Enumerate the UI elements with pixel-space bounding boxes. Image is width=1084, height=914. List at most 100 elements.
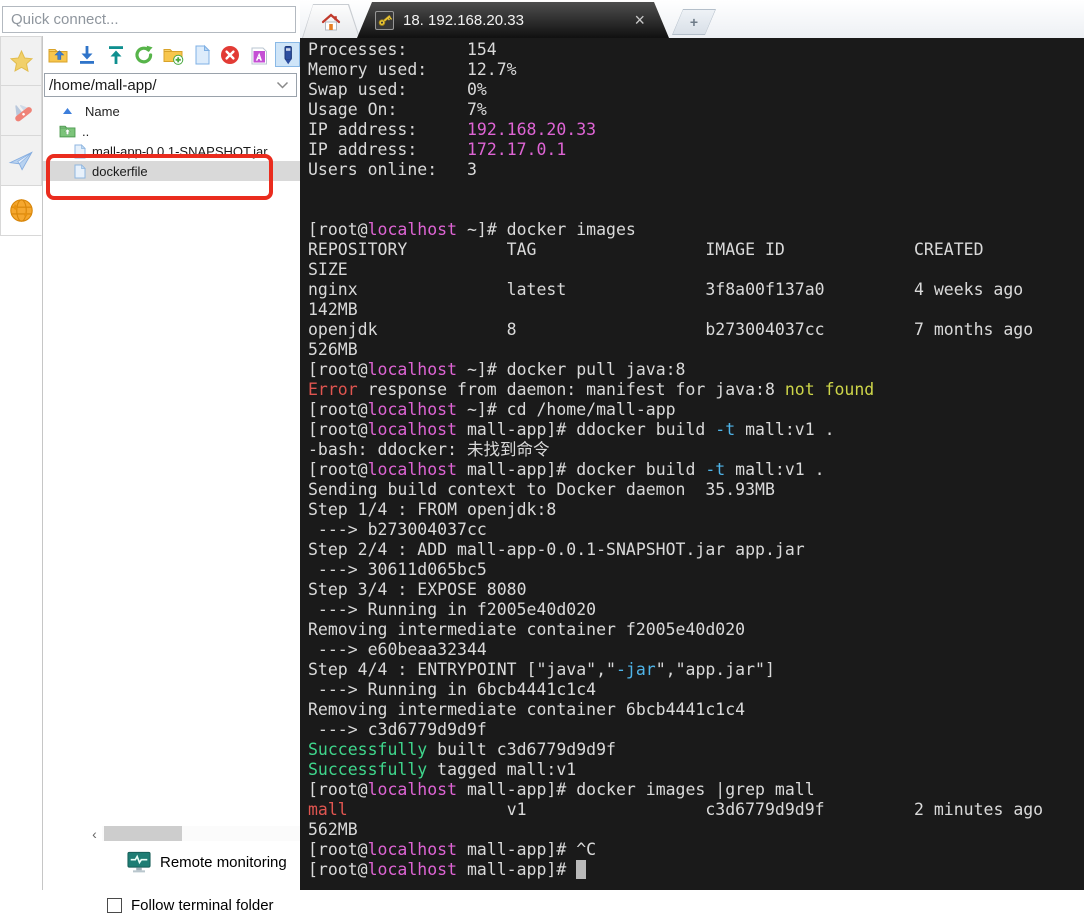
sidebar-tab-sessions[interactable] bbox=[0, 36, 42, 86]
sftp-file-panel: /home/mall-app/ Name .. mall-app-0.0.1-SN… bbox=[42, 36, 340, 914]
terminal-line: openjdk 8 b273004037cc 7 months ago bbox=[308, 320, 1034, 339]
path-value: /home/mall-app/ bbox=[49, 76, 157, 94]
terminal-line: [root@localhost mall-app]# ddocker build… bbox=[308, 420, 835, 439]
terminal-line: [root@localhost mall-app]# ^C bbox=[308, 840, 597, 859]
sidebar: /home/mall-app/ Name ..mall-app-0.0.1-SN… bbox=[0, 0, 340, 914]
terminal-line: Processes: 154 bbox=[308, 40, 497, 59]
terminal-line: ---> e60beaa32344 bbox=[308, 640, 487, 659]
terminal-line: IP address: 192.168.20.33 bbox=[308, 120, 597, 139]
swiss-knife-icon bbox=[8, 98, 34, 124]
file-list-header[interactable]: Name bbox=[43, 101, 300, 121]
edit-button[interactable] bbox=[275, 42, 301, 67]
terminal-line: [root@localhost ~]# cd /home/mall-app bbox=[308, 400, 676, 419]
terminal-line: 562MB bbox=[308, 820, 358, 839]
terminal-line: Sending build context to Docker daemon 3… bbox=[308, 480, 775, 499]
parent-directory-icon bbox=[47, 44, 69, 66]
session-tab-label: 18. 192.168.20.33 bbox=[403, 11, 524, 29]
terminal-line: 142MB bbox=[308, 300, 358, 319]
terminal-line: Usage On: 7% bbox=[308, 100, 487, 119]
rename-icon bbox=[248, 44, 270, 66]
follow-terminal-row: Follow terminal folder bbox=[107, 897, 274, 914]
refresh-button[interactable] bbox=[132, 42, 157, 67]
file-icon bbox=[74, 143, 86, 159]
name-column-header: Name bbox=[85, 103, 120, 119]
terminal-line: ---> b273004037cc bbox=[308, 520, 487, 539]
terminal-line: ---> Running in f2005e40d020 bbox=[308, 600, 597, 619]
key-icon bbox=[375, 11, 394, 30]
sidebar-nav-strip bbox=[0, 36, 42, 236]
terminal-line: ---> 30611d065bc5 bbox=[308, 560, 487, 579]
file-row[interactable]: mall-app-0.0.1-SNAPSHOT.jar bbox=[43, 141, 300, 161]
terminal-line: IP address: 172.17.0.1 bbox=[308, 140, 567, 159]
terminal-line: Step 1/4 : FROM openjdk:8 bbox=[308, 500, 557, 519]
sftp-toolbar bbox=[43, 36, 301, 70]
terminal-line: [root@localhost mall-app]# bbox=[308, 860, 1084, 880]
new-file-icon bbox=[191, 44, 213, 66]
rename-button[interactable] bbox=[247, 42, 272, 67]
terminal-line: Removing intermediate container 6bcb4441… bbox=[308, 700, 746, 719]
file-name: .. bbox=[82, 123, 90, 139]
parent-folder-icon bbox=[59, 124, 76, 138]
terminal-line: Step 4/4 : ENTRYPOINT ["java","-jar","ap… bbox=[308, 660, 775, 679]
home-tab[interactable] bbox=[302, 4, 360, 38]
scroll-left-button[interactable]: ‹ bbox=[87, 825, 102, 842]
close-tab-button[interactable]: × bbox=[632, 11, 647, 29]
upload-button[interactable] bbox=[103, 42, 128, 67]
terminal-line: Removing intermediate container f2005e40… bbox=[308, 620, 746, 639]
refresh-icon bbox=[133, 44, 155, 66]
monitor-icon bbox=[127, 851, 151, 874]
file-row[interactable]: .. bbox=[43, 121, 300, 141]
globe-icon bbox=[8, 197, 35, 224]
terminal-line: [root@localhost mall-app]# docker build … bbox=[308, 460, 825, 479]
sidebar-tab-sftp[interactable] bbox=[0, 186, 42, 236]
scroll-thumb[interactable] bbox=[104, 826, 182, 841]
star-icon bbox=[9, 49, 34, 74]
sort-ascending-icon bbox=[63, 108, 72, 114]
new-folder-icon bbox=[162, 44, 184, 66]
terminal-tab-bar: 18. 192.168.20.33 × + bbox=[300, 0, 1084, 38]
terminal-line: [root@localhost mall-app]# docker images… bbox=[308, 780, 815, 799]
follow-terminal-label: Follow terminal folder bbox=[131, 897, 274, 914]
delete-icon bbox=[219, 44, 241, 66]
terminal-line: Step 3/4 : EXPOSE 8080 bbox=[308, 580, 527, 599]
path-combobox[interactable]: /home/mall-app/ bbox=[44, 73, 297, 97]
delete-button[interactable] bbox=[218, 42, 243, 67]
follow-terminal-checkbox[interactable] bbox=[107, 898, 122, 913]
remote-monitoring-button[interactable]: Remote monitoring bbox=[127, 851, 287, 874]
quick-connect-input[interactable] bbox=[2, 6, 296, 33]
download-icon bbox=[76, 44, 98, 66]
terminal-line: mall v1 c3d6779d9d9f 2 minutes ago bbox=[308, 800, 1044, 819]
upload-icon bbox=[105, 44, 127, 66]
terminal-line: SIZE bbox=[308, 260, 348, 279]
scroll-track[interactable] bbox=[102, 826, 325, 841]
terminal-line: ---> Running in 6bcb4441c1c4 bbox=[308, 680, 597, 699]
terminal-line: Swap used: 0% bbox=[308, 80, 487, 99]
file-row[interactable]: dockerfile bbox=[43, 161, 300, 181]
sidebar-tab-tools[interactable] bbox=[0, 86, 42, 136]
remote-monitoring-label: Remote monitoring bbox=[160, 854, 287, 871]
plus-icon: + bbox=[689, 14, 699, 30]
terminal-line: Error response from daemon: manifest for… bbox=[308, 380, 875, 399]
new-folder-button[interactable] bbox=[161, 42, 186, 67]
terminal-line: [root@localhost ~]# docker images bbox=[308, 220, 636, 239]
new-tab-button[interactable]: + bbox=[672, 9, 716, 35]
parent-directory-button[interactable] bbox=[46, 42, 71, 67]
terminal-line: Users online: 3 bbox=[308, 160, 477, 179]
file-name: mall-app-0.0.1-SNAPSHOT.jar bbox=[92, 143, 268, 159]
session-tab[interactable]: 18. 192.168.20.33 × bbox=[357, 2, 669, 38]
paper-plane-icon bbox=[8, 148, 34, 174]
sidebar-tab-macros[interactable] bbox=[0, 136, 42, 186]
new-file-button[interactable] bbox=[189, 42, 214, 67]
file-rows: .. mall-app-0.0.1-SNAPSHOT.jar dockerfile bbox=[43, 121, 300, 181]
terminal-output[interactable]: Processes: 154 Memory used: 12.7% Swap use… bbox=[300, 38, 1084, 890]
terminal-line: Successfully tagged mall:v1 bbox=[308, 760, 577, 779]
terminal-line: Successfully built c3d6779d9d9f bbox=[308, 740, 616, 759]
download-button[interactable] bbox=[75, 42, 100, 67]
terminal-line: Memory used: 12.7% bbox=[308, 60, 517, 79]
terminal-line: 526MB bbox=[308, 340, 358, 359]
file-icon bbox=[74, 163, 86, 179]
terminal-line: -bash: ddocker: 未找到命令 bbox=[308, 440, 550, 459]
home-icon bbox=[321, 13, 341, 31]
